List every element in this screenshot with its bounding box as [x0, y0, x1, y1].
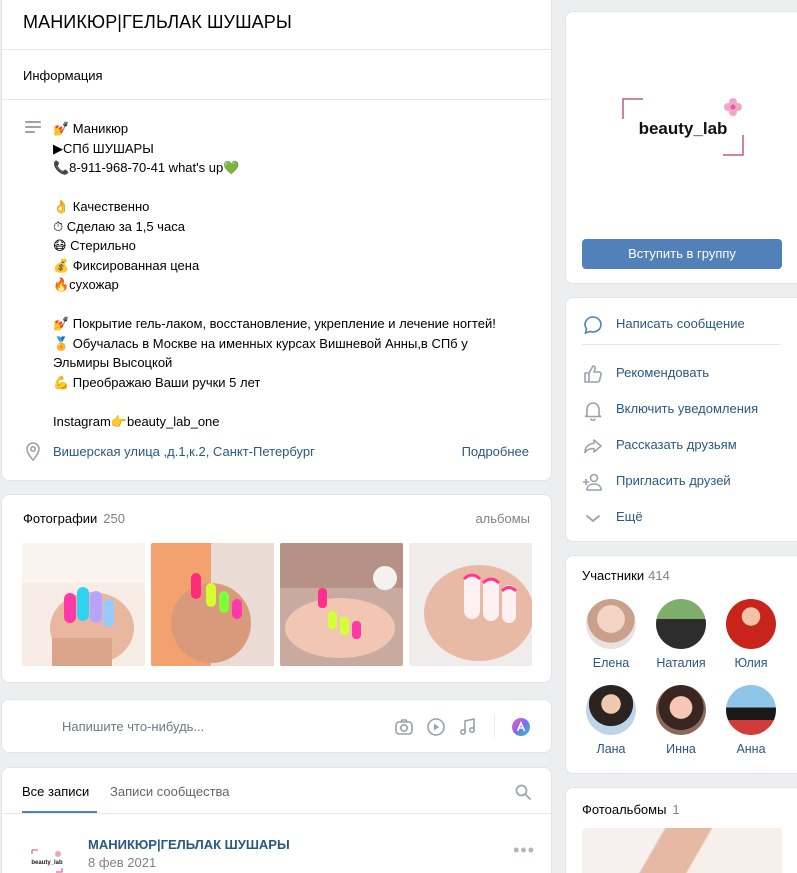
group-description: 💅 Маникюр ▶СПб ШУШАРЫ 📞8-911-968-70-41 w…	[53, 121, 496, 429]
photo-thumbnail[interactable]	[151, 543, 274, 666]
album-cover[interactable]	[582, 828, 782, 873]
chevron-down-icon	[586, 515, 600, 523]
invite-friends-button[interactable]: Пригласить друзей	[582, 469, 792, 493]
tab-all-posts[interactable]: Все записи	[22, 784, 89, 799]
divider	[582, 344, 781, 345]
notifications-label: Включить уведомления	[616, 401, 759, 416]
photos-count: 250	[103, 511, 125, 526]
avatar	[726, 685, 776, 735]
tab-community-posts[interactable]: Записи сообщества	[110, 784, 230, 799]
avatar	[656, 599, 706, 649]
post-input[interactable]: Напишите что-нибудь...	[62, 719, 204, 734]
members-card: Участники 414 Елена Наталия Юлия Лана Инн…	[565, 555, 797, 774]
member-name: Юлия	[734, 656, 768, 670]
wall-block: Все записи Записи сообщества beauty_lab …	[1, 767, 552, 873]
write-message-button[interactable]: Написать сообщение	[582, 312, 792, 336]
group-title: МАНИКЮР|ГЕЛЬЛАК ШУШАРЫ	[23, 12, 292, 32]
group-info-card: МАНИКЮР|ГЕЛЬЛАК ШУШАРЫ Информация 💅 Мани…	[1, 0, 552, 481]
photo-thumbnail[interactable]	[22, 543, 145, 666]
location-pin-icon	[26, 442, 40, 461]
member-item[interactable]: Елена	[576, 599, 646, 670]
bell-icon	[584, 402, 602, 421]
description-icon	[25, 121, 41, 135]
search-icon[interactable]	[515, 784, 531, 800]
join-group-button[interactable]: Вступить в группу	[582, 239, 782, 269]
albums-header[interactable]: Фотоальбомы 1	[582, 802, 680, 817]
post-menu-icon[interactable]: •••	[513, 840, 535, 861]
avatar	[586, 685, 636, 735]
recommend-label: Рекомендовать	[616, 365, 709, 380]
more-actions-label: Ещё	[616, 509, 643, 524]
author-avatar-icon[interactable]	[511, 717, 531, 737]
post-author-name[interactable]: МАНИКЮР|ГЕЛЬЛАК ШУШАРЫ	[88, 837, 290, 852]
member-name: Лана	[596, 742, 626, 756]
logo-text: beauty_lab	[639, 119, 728, 138]
members-header[interactable]: Участники 414	[582, 568, 670, 583]
member-item[interactable]: Анна	[716, 685, 786, 756]
divider	[494, 716, 495, 738]
post-author-avatar[interactable]: beauty_lab	[22, 836, 72, 873]
photos-header[interactable]: Фотографии 250	[23, 511, 125, 526]
post-date[interactable]: 8 фев 2021	[88, 855, 156, 870]
group-logo: beauty_lab	[622, 98, 744, 156]
photos-block: Фотографии 250 альбомы	[1, 494, 552, 683]
photos-label: Фотографии	[23, 511, 98, 526]
member-item[interactable]: Юлия	[716, 599, 786, 670]
photo-thumbnail[interactable]	[280, 543, 403, 666]
tell-friends-button[interactable]: Рассказать друзьям	[582, 433, 792, 457]
recommend-button[interactable]: Рекомендовать	[582, 361, 792, 385]
share-icon	[584, 439, 602, 454]
invite-friends-label: Пригласить друзей	[616, 473, 731, 488]
thumbs-up-icon	[584, 365, 602, 383]
divider	[2, 49, 551, 50]
divider	[2, 99, 551, 100]
group-actions-card: Написать сообщение Рекомендовать Включит…	[565, 297, 797, 542]
albums-label: Фотоальбомы	[582, 802, 667, 817]
tell-friends-label: Рассказать друзьям	[616, 437, 737, 452]
member-item[interactable]: Наталия	[646, 599, 716, 670]
member-item[interactable]: Лана	[576, 685, 646, 756]
address-link[interactable]: Вишерская улица ,д.1,к.2, Санкт-Петербур…	[53, 444, 315, 459]
divider	[2, 813, 551, 814]
message-icon	[584, 316, 602, 335]
albums-count: 1	[672, 802, 680, 817]
avatar-text: beauty_lab	[31, 860, 63, 866]
notifications-button[interactable]: Включить уведомления	[582, 397, 792, 421]
albums-link[interactable]: альбомы	[475, 511, 530, 526]
photo-albums-card: Фотоальбомы 1	[565, 787, 797, 873]
add-user-icon	[583, 473, 602, 491]
avatar	[656, 685, 706, 735]
more-info-link[interactable]: Подробнее	[462, 444, 529, 459]
member-name: Елена	[592, 656, 630, 670]
avatar	[586, 599, 636, 649]
avatar	[726, 599, 776, 649]
members-label: Участники	[582, 568, 645, 583]
member-item[interactable]: Инна	[646, 685, 716, 756]
group-cover-card: beauty_lab Вступить в группу	[565, 11, 797, 284]
member-name: Наталия	[656, 656, 706, 670]
music-icon[interactable]	[458, 717, 478, 737]
video-icon[interactable]	[426, 717, 446, 737]
more-actions-button[interactable]: Ещё	[582, 505, 792, 529]
info-section-label: Информация	[23, 68, 103, 83]
write-message-label: Написать сообщение	[616, 316, 745, 331]
camera-icon[interactable]	[394, 717, 414, 737]
member-name: Анна	[736, 742, 766, 756]
photo-thumbnail[interactable]	[409, 543, 532, 666]
flower-icon	[724, 98, 742, 116]
members-count: 414	[648, 568, 670, 583]
member-name: Инна	[666, 742, 696, 756]
new-post-box: Напишите что-нибудь...	[1, 699, 552, 753]
